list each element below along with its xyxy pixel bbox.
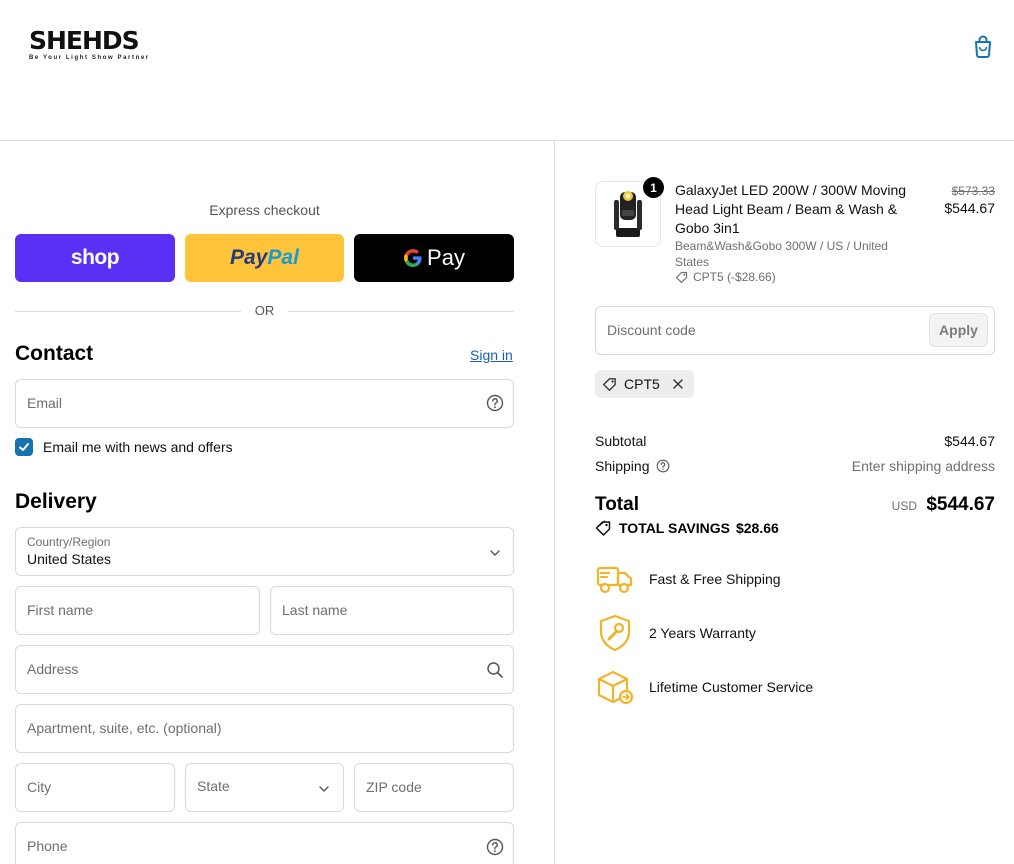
apply-discount-button[interactable]: Apply — [929, 313, 988, 347]
help-circle-icon[interactable] — [486, 394, 504, 412]
address-placeholder: Address — [27, 661, 79, 677]
savings-tag-icon — [595, 520, 611, 536]
google-pay-button[interactable]: Pay — [354, 234, 514, 282]
address-field[interactable]: Address — [15, 645, 514, 694]
country-label: Country/Region — [27, 535, 111, 549]
feature-shipping: Fast & Free Shipping — [595, 559, 781, 599]
last-name-field[interactable]: Last name — [270, 586, 514, 635]
check-icon — [19, 443, 29, 451]
country-value: United States — [27, 551, 112, 567]
product-title: GalaxyJet LED 200W / 300W Moving Head Li… — [675, 182, 907, 236]
paypal-label-part2: Pal — [267, 246, 299, 269]
subtotal-row: Subtotal $544.67 — [595, 433, 995, 451]
city-placeholder: City — [27, 779, 52, 795]
newsletter-option: Email me with news and offers — [15, 438, 233, 456]
product-discount-label: CPT5 (-$28.66) — [693, 270, 776, 284]
feature-service-label: Lifetime Customer Service — [649, 679, 814, 695]
city-field[interactable]: City — [15, 763, 175, 812]
newsletter-label: Email me with news and offers — [43, 439, 233, 455]
help-circle-icon[interactable] — [656, 459, 670, 473]
store-logo[interactable]: SHEHDS Be Your Light Show Partner — [29, 28, 154, 64]
contact-title: Contact — [15, 342, 94, 365]
logo-text: SHEHDS — [29, 26, 140, 55]
original-price: $573.33 — [951, 184, 995, 198]
product-variant: Beam&Wash&Gobo 300W / US / United States — [675, 239, 888, 269]
savings-label: TOTAL SAVINGS — [619, 520, 730, 536]
product-discount: CPT5 (-$28.66) — [675, 270, 776, 284]
paypal-label-part1: Pay — [230, 246, 268, 269]
or-divider: OR — [15, 303, 514, 319]
applied-discount-code: CPT5 — [624, 376, 660, 392]
phone-placeholder: Phone — [27, 838, 68, 854]
subtotal-label: Subtotal — [595, 433, 647, 449]
shield-wrench-icon — [599, 614, 631, 652]
help-circle-icon[interactable] — [486, 838, 504, 856]
express-checkout-title: Express checkout — [209, 202, 320, 218]
first-name-placeholder: First name — [27, 602, 94, 618]
apartment-field[interactable]: Apartment, suite, etc. (optional) — [15, 704, 514, 753]
shipping-label: Shipping — [595, 458, 650, 474]
total-label: Total — [595, 494, 639, 515]
store-header: SHEHDS Be Your Light Show Partner — [0, 0, 1014, 141]
applied-discount-chip: CPT5 — [595, 370, 694, 398]
column-divider — [554, 141, 555, 864]
logo-tagline: Be Your Light Show Partner — [29, 55, 150, 61]
zip-placeholder: ZIP code — [366, 779, 422, 795]
search-icon — [487, 662, 503, 678]
state-select[interactable]: State — [185, 763, 344, 812]
shop-pay-button[interactable]: shop — [15, 234, 175, 282]
newsletter-checkbox[interactable] — [15, 438, 33, 456]
delivery-truck-icon — [596, 566, 633, 594]
discount-code-placeholder: Discount code — [607, 322, 696, 338]
shop-pay-label: shop — [70, 246, 120, 269]
paypal-button[interactable]: Pay Pal — [185, 234, 344, 282]
email-placeholder: Email — [27, 395, 63, 411]
shopping-bag-icon[interactable] — [970, 33, 996, 59]
email-field[interactable]: Email — [15, 379, 514, 428]
shipping-row: Shipping Enter shipping address — [595, 458, 995, 476]
delivery-title: Delivery — [15, 490, 97, 513]
total-value: $544.67 — [926, 494, 995, 515]
tag-icon — [603, 378, 616, 391]
or-label: OR — [254, 303, 275, 318]
google-g-icon — [404, 249, 422, 267]
total-currency: USD — [891, 499, 917, 513]
tag-icon — [675, 271, 688, 284]
state-label: State — [197, 778, 230, 794]
sign-in-link[interactable]: Sign in — [470, 347, 513, 363]
last-name-placeholder: Last name — [282, 602, 348, 618]
apartment-placeholder: Apartment, suite, etc. (optional) — [27, 720, 222, 736]
quantity-badge: 1 — [643, 177, 664, 198]
first-name-field[interactable]: First name — [15, 586, 260, 635]
chevron-down-icon — [490, 550, 500, 556]
total-savings: TOTAL SAVINGS $28.66 — [595, 520, 779, 536]
box-return-icon — [597, 670, 634, 705]
shipping-label-group: Shipping — [595, 458, 670, 474]
zip-field[interactable]: ZIP code — [354, 763, 514, 812]
feature-warranty-label: 2 Years Warranty — [649, 625, 756, 641]
feature-service: Lifetime Customer Service — [595, 667, 813, 707]
close-icon[interactable] — [672, 378, 684, 390]
google-pay-label: Pay — [427, 245, 465, 270]
subtotal-value: $544.67 — [944, 433, 995, 449]
feature-warranty: 2 Years Warranty — [595, 613, 756, 653]
chevron-down-icon — [319, 786, 329, 792]
shipping-value: Enter shipping address — [851, 458, 995, 474]
country-select[interactable]: Country/Region United States — [15, 527, 514, 576]
feature-shipping-label: Fast & Free Shipping — [649, 571, 781, 587]
current-price: $544.67 — [944, 200, 995, 216]
savings-value: $28.66 — [735, 520, 779, 536]
phone-field[interactable]: Phone — [15, 822, 514, 864]
